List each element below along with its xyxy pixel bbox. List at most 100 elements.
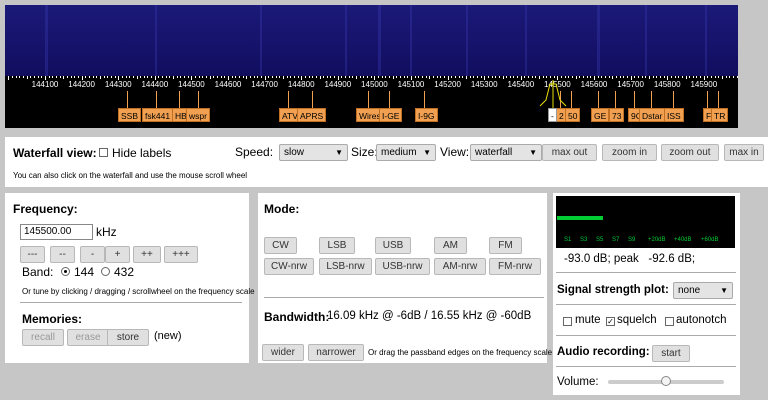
mode-cw-button[interactable]: CW	[264, 237, 297, 254]
scale-minor-tick	[648, 76, 650, 79]
step-down-3-button[interactable]: ---	[20, 246, 45, 263]
hide-labels-checkbox[interactable]	[99, 148, 108, 157]
scale-minor-tick	[451, 76, 453, 78]
passband-indicator[interactable]	[538, 80, 568, 108]
zoom-in-button[interactable]: zoom in	[602, 144, 657, 161]
scale-minor-tick	[34, 76, 36, 78]
zoom-out-button[interactable]: zoom out	[661, 144, 719, 161]
station-label[interactable]: ISS	[664, 108, 684, 122]
size-select[interactable]: medium ▼	[376, 144, 436, 161]
squelch-checkbox[interactable]: ✓	[606, 317, 615, 326]
scale-minor-tick	[242, 76, 244, 78]
scale-minor-tick	[626, 76, 628, 78]
s-meter-scale-label: +40dB	[674, 237, 692, 243]
scale-tick-label: 145000	[361, 80, 388, 89]
scale-minor-tick	[224, 76, 226, 78]
scale-minor-tick	[623, 76, 625, 78]
mode-cw-nrw-button[interactable]: CW-nrw	[264, 258, 314, 275]
scale-minor-tick	[37, 76, 39, 78]
station-label[interactable]: APRS	[297, 108, 327, 122]
start-recording-button[interactable]: start	[652, 345, 690, 362]
scale-minor-tick	[121, 76, 123, 78]
scale-minor-tick	[187, 76, 189, 78]
volume-slider-knob[interactable]	[661, 376, 671, 386]
mode-am-button[interactable]: AM	[434, 237, 467, 254]
autonotch-checkbox[interactable]	[665, 317, 674, 326]
narrower-button[interactable]: narrower	[308, 344, 364, 361]
station-label[interactable]: I-GE	[379, 108, 403, 122]
scale-minor-tick	[279, 76, 281, 78]
frequency-title: Frequency:	[13, 202, 78, 216]
station-label[interactable]: GE	[591, 108, 610, 122]
s-meter-level-bar	[557, 216, 604, 220]
step-up-1-button[interactable]: +	[105, 246, 130, 263]
scale-minor-tick	[692, 76, 694, 78]
mode-lsb-nrw-button[interactable]: LSB-nrw	[319, 258, 372, 275]
view-select[interactable]: waterfall ▼	[470, 144, 542, 161]
scale-minor-tick	[414, 76, 416, 78]
waterfall-display[interactable]	[5, 5, 738, 76]
wider-button[interactable]: wider	[262, 344, 304, 361]
station-label[interactable]: SSB	[118, 108, 142, 122]
scale-minor-tick	[436, 76, 438, 78]
scale-minor-tick	[440, 76, 442, 78]
s-meter-scale-label: S3	[580, 237, 588, 243]
scale-minor-tick	[290, 76, 292, 78]
erase-button[interactable]: erase	[67, 329, 109, 346]
bandwidth-value: 16.09 kHz @ -6dB / 16.55 kHz @ -60dB	[327, 310, 532, 322]
step-down-2-button[interactable]: --	[50, 246, 75, 263]
scale-minor-tick	[429, 76, 431, 79]
mode-am-nrw-button[interactable]: AM-nrw	[434, 258, 486, 275]
station-label[interactable]: TR	[711, 108, 729, 122]
station-label-connector	[614, 91, 616, 108]
mode-panel: Mode: CW LSB USB AM FM CW-nrw LSB-nrw US…	[258, 193, 552, 363]
mode-fm-button[interactable]: FM	[489, 237, 522, 254]
frequency-scale[interactable]: 144100 144200 144300 144400 144500 144600 1447…	[5, 76, 738, 128]
divider	[556, 366, 736, 367]
scale-minor-tick	[473, 76, 475, 78]
s-meter-scale-label: S9	[628, 237, 636, 243]
station-label-connector	[597, 91, 599, 108]
scale-minor-tick	[528, 76, 530, 78]
recall-button[interactable]: recall	[22, 329, 64, 346]
station-label[interactable]: wspr	[186, 108, 210, 122]
band-432-radio[interactable]	[101, 267, 110, 276]
squelch-label: squelch	[617, 314, 657, 326]
signal-plot-select[interactable]: none ▼	[673, 282, 733, 299]
tuning-cursor-marker[interactable]: -	[548, 108, 557, 122]
max-in-button[interactable]: max in	[724, 144, 764, 161]
scale-tick-label: 145300	[470, 80, 498, 89]
scale-minor-tick	[491, 76, 493, 78]
mute-checkbox[interactable]	[563, 317, 572, 326]
station-label[interactable]: 50	[565, 108, 581, 122]
band-144-label: 144	[74, 265, 95, 279]
band-144-radio[interactable]	[61, 267, 70, 276]
mode-usb-nrw-button[interactable]: USB-nrw	[375, 258, 430, 275]
scale-minor-tick	[432, 76, 434, 78]
mode-lsb-button[interactable]: LSB	[319, 237, 355, 254]
frequency-panel: Frequency: 145500.00 kHz --- -- - + ++ +…	[5, 193, 255, 363]
scale-minor-tick	[220, 76, 222, 78]
station-label[interactable]: 73	[609, 108, 625, 122]
scale-minor-tick	[323, 76, 325, 78]
volume-slider[interactable]	[608, 376, 724, 386]
scale-minor-tick	[74, 76, 76, 78]
scale-minor-tick	[615, 76, 617, 78]
store-button[interactable]: store	[107, 329, 149, 346]
station-label[interactable]: fsk441	[142, 108, 174, 122]
s-meter-scale-label: S1	[564, 237, 572, 243]
speed-select[interactable]: slow ▼	[279, 144, 348, 161]
step-up-2-button[interactable]: ++	[133, 246, 161, 263]
scale-minor-tick	[641, 76, 643, 78]
step-down-1-button[interactable]: -	[80, 246, 105, 263]
station-label-connector	[127, 91, 128, 108]
size-label: Size:	[351, 145, 378, 159]
station-label[interactable]: Dstar	[639, 108, 666, 122]
mode-fm-nrw-button[interactable]: FM-nrw	[489, 258, 541, 275]
mode-usb-button[interactable]: USB	[375, 237, 411, 254]
step-up-3-button[interactable]: +++	[164, 246, 198, 263]
frequency-unit: kHz	[96, 225, 117, 239]
station-label[interactable]: I-9G	[415, 108, 438, 122]
frequency-input[interactable]: 145500.00	[20, 224, 93, 240]
max-out-button[interactable]: max out	[542, 144, 597, 161]
